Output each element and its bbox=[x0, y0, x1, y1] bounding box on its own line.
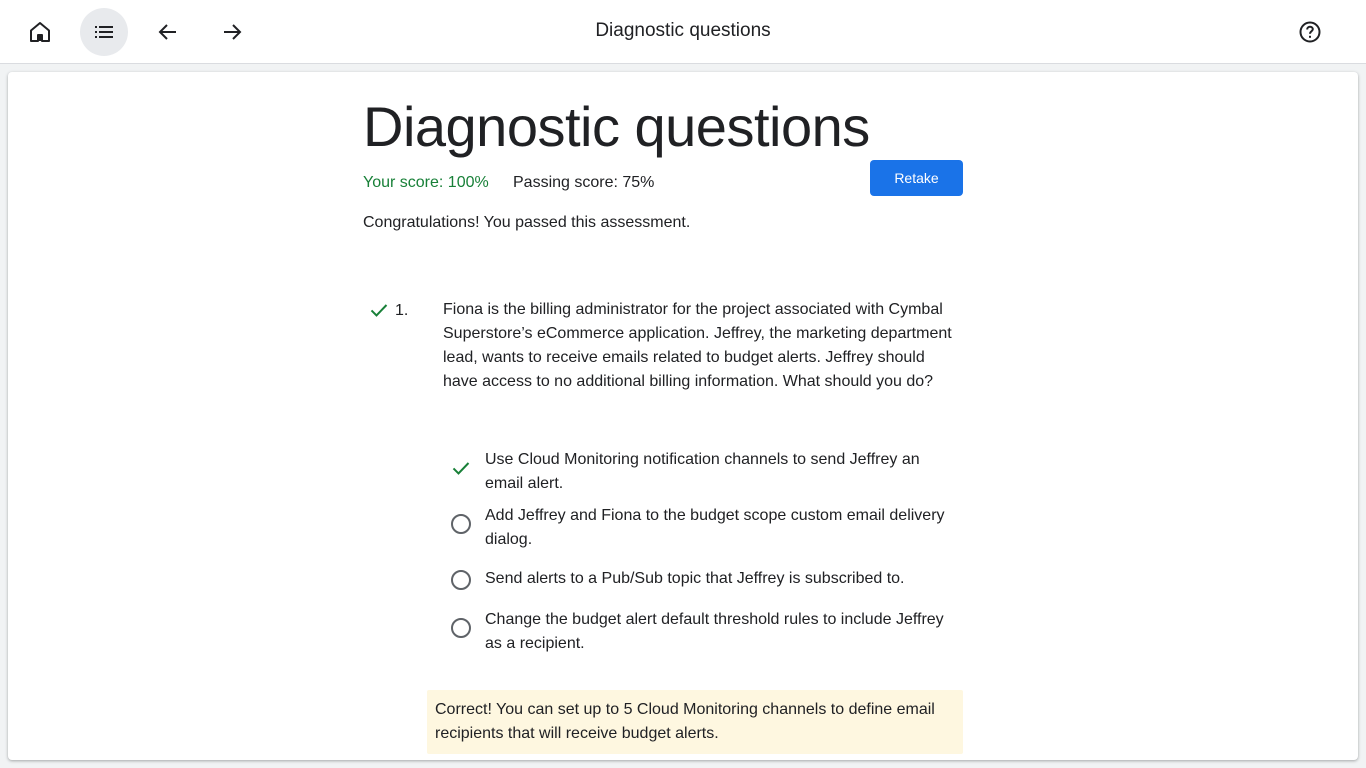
answer-option-text: Use Cloud Monitoring notification channe… bbox=[485, 451, 920, 492]
result-message: Congratulations! You passed this assessm… bbox=[363, 214, 691, 231]
passing-score: Passing score: 75% bbox=[513, 174, 655, 191]
radio-button[interactable] bbox=[451, 618, 471, 638]
help-icon bbox=[1299, 21, 1321, 43]
question-number: 1. bbox=[395, 302, 409, 319]
page-title: Diagnostic questions bbox=[363, 95, 870, 158]
check-icon bbox=[452, 462, 470, 475]
radio-button[interactable] bbox=[451, 570, 471, 590]
answer-option-text: Send alerts to a Pub/Sub topic that Jeff… bbox=[485, 570, 905, 587]
answer-option-text: Add Jeffrey and Fiona to the budget scop… bbox=[485, 507, 945, 548]
feedback-box: Correct! You can set up to 5 Cloud Monit… bbox=[427, 690, 963, 754]
top-app-bar: Diagnostic questions bbox=[0, 0, 1366, 64]
question-text: Fiona is the billing administrator for t… bbox=[443, 301, 952, 390]
content-card: Diagnostic questions Your score: 100% Pa… bbox=[8, 72, 1358, 760]
retake-button[interactable]: Retake bbox=[870, 160, 963, 196]
answer-option-text: Change the budget alert default threshol… bbox=[485, 611, 944, 652]
check-icon bbox=[370, 304, 388, 317]
topbar-title: Diagnostic questions bbox=[595, 20, 771, 41]
help-button[interactable] bbox=[1286, 8, 1334, 56]
your-score: Your score: 100% bbox=[363, 174, 489, 191]
radio-button[interactable] bbox=[451, 514, 471, 534]
